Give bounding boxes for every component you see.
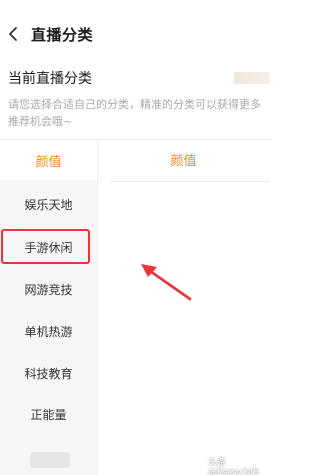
content-panel [97, 140, 270, 475]
sidebar-item-label: 单机热游 [24, 324, 73, 339]
category-sidebar: 颜值 娱乐天地 手游休闲 网游竞技 单机热游 科技教育 正能量 [0, 140, 97, 475]
sidebar-item-danji[interactable]: 单机热游 [0, 311, 97, 351]
highlight-annotation-box [1, 229, 90, 264]
tab-divider [110, 181, 270, 182]
current-category-value [234, 72, 270, 84]
category-hint: 请您选择合适自己的分类，精准的分类可以获得更多推荐机会哦~ [8, 98, 261, 128]
sidebar-item-blurred[interactable] [30, 452, 70, 468]
sidebar-item-zhengnengliang[interactable]: 正能量 [0, 394, 97, 434]
watermark: 头条 @Daisy345 [208, 458, 260, 475]
header: 直播分类 [0, 0, 270, 70]
sidebar-item-yanzhi[interactable]: 颜值 [0, 140, 97, 180]
sidebar-item-keji[interactable]: 科技教育 [0, 353, 97, 393]
current-category-label: 当前直播分类 [8, 71, 92, 87]
sidebar-item-wangyou[interactable]: 网游竞技 [0, 269, 97, 309]
sidebar-item-label: 正能量 [30, 407, 67, 422]
page-title: 直播分类 [31, 26, 94, 44]
current-category-row: 当前直播分类 [0, 64, 270, 90]
sidebar-item-label: 网游竞技 [24, 282, 73, 297]
sidebar-item-label: 颜值 [35, 154, 62, 170]
back-arrow-icon[interactable] [6, 22, 20, 46]
sidebar-item-label: 科技教育 [24, 366, 73, 381]
annotation-arrow-icon [141, 264, 192, 301]
tab-yanzhi[interactable]: 颜值 [97, 150, 270, 169]
sidebar-item-label: 娱乐天地 [24, 197, 73, 212]
sidebar-item-yule[interactable]: 娱乐天地 [0, 184, 97, 224]
